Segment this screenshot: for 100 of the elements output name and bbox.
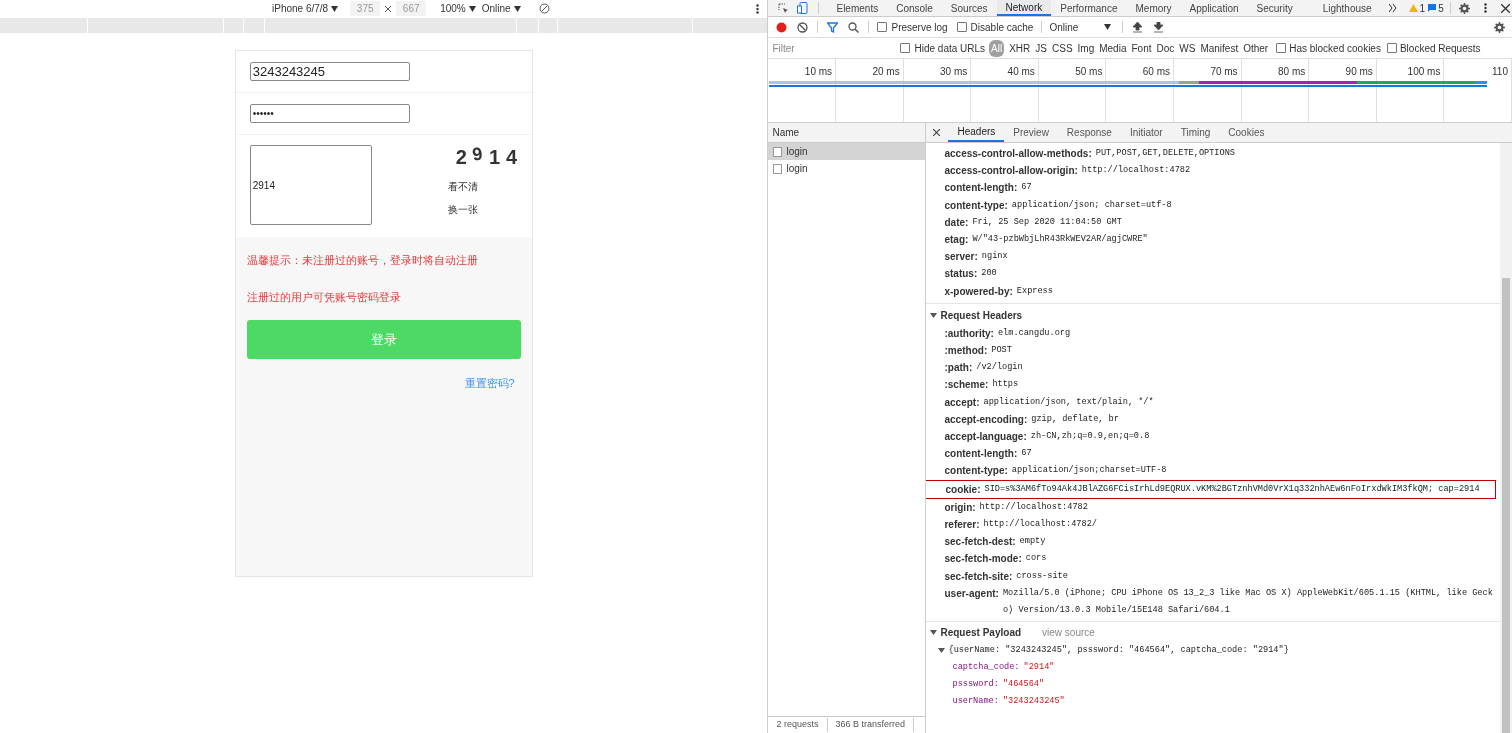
upload-icon[interactable]	[1133, 21, 1143, 33]
settings-icon[interactable]	[1494, 21, 1505, 33]
header-value: W/"43-pzbWbjLhR43RkWEV2AR/agjCWRE"	[972, 233, 1148, 246]
file-icon	[773, 146, 783, 157]
header-name: accept-encoding:	[944, 412, 1028, 427]
warnings-counter[interactable]: 1	[1408, 0, 1426, 16]
request-name: login	[786, 162, 808, 176]
device-select[interactable]: iPhone 6/7/8	[272, 1, 329, 16]
caret-icon	[331, 5, 339, 12]
password-field[interactable]: ••••••	[249, 104, 410, 123]
search-icon[interactable]	[848, 21, 860, 33]
header-value: 67	[1021, 181, 1032, 195]
download-icon[interactable]	[1154, 21, 1164, 33]
more-icon[interactable]	[756, 4, 760, 14]
header-value: nginx	[981, 250, 1008, 264]
filter-icon[interactable]	[827, 21, 839, 33]
timeline-tick: 60 ms	[1142, 65, 1171, 76]
checkbox[interactable]	[1276, 43, 1287, 53]
messages-counter[interactable]: 5	[1428, 0, 1444, 16]
disclosure-triangle-icon[interactable]	[938, 647, 946, 655]
tab[interactable]: Cookies	[1219, 123, 1274, 142]
transferred-size: 366 B transferred	[827, 718, 915, 732]
type-filter[interactable]: JS	[1035, 40, 1047, 56]
throttling-select[interactable]: Online	[1049, 19, 1112, 35]
warning-count: 1	[1419, 1, 1426, 16]
warning-icon	[1408, 4, 1418, 12]
scrollbar[interactable]	[1500, 143, 1512, 733]
column-header[interactable]: Name	[768, 123, 926, 143]
caret-icon	[468, 5, 476, 12]
timeline-tick: 30 ms	[940, 65, 968, 76]
tab[interactable]: Sources	[941, 0, 997, 16]
request-row[interactable]: login	[768, 143, 926, 160]
header-value: https	[992, 378, 1019, 392]
tab[interactable]: Headers	[948, 123, 1005, 142]
tab[interactable]: Preview	[1004, 123, 1058, 142]
type-filter[interactable]: Other	[1243, 40, 1269, 56]
clear-icon[interactable]	[797, 21, 809, 33]
more-tabs-icon[interactable]	[1388, 4, 1397, 12]
tab[interactable]: Security	[1247, 0, 1302, 16]
checkbox[interactable]	[956, 22, 967, 32]
section-title: Request Payload	[940, 626, 1022, 641]
timeline-tick: 10 ms	[804, 65, 833, 76]
header-name: sec-fetch-site:	[944, 569, 1013, 584]
view-source-link[interactable]: view source	[1042, 625, 1095, 641]
tab[interactable]: Timing	[1171, 123, 1220, 142]
type-filter[interactable]: Media	[1099, 40, 1127, 56]
type-filter[interactable]: WS	[1179, 40, 1196, 56]
header-name: cookie:	[945, 482, 981, 497]
record-icon[interactable]	[776, 21, 788, 33]
timeline-tick: 90 ms	[1345, 65, 1373, 76]
header-name: content-type:	[944, 464, 1008, 479]
type-filter[interactable]: Img	[1077, 40, 1095, 56]
type-filter[interactable]: Manifest	[1200, 40, 1239, 56]
type-filter[interactable]: CSS	[1052, 40, 1073, 56]
rotate-icon[interactable]	[538, 3, 550, 14]
header-value: Mozilla/5.0 (iPhone; CPU iPhone OS 13_2_3 like Mac OS X) AppleWebKit/605.1.15 (KHTML, like Gecko) Version/13.0.3 Mobile/15E148 Safari/604.1	[1002, 586, 1494, 618]
tab[interactable]: Response	[1057, 123, 1121, 142]
type-filter[interactable]: XHR	[1009, 40, 1031, 56]
captcha-field[interactable]: 2914	[249, 145, 372, 225]
filter-field[interactable]: Filter	[772, 40, 891, 56]
more-icon[interactable]	[1483, 3, 1487, 13]
checkbox[interactable]	[1386, 43, 1397, 53]
checkbox[interactable]	[877, 22, 888, 32]
tab[interactable]: Console	[887, 0, 942, 16]
tab[interactable]: Application	[1180, 0, 1248, 16]
header-value: application/json, text/plain, */*	[983, 395, 1154, 409]
disclosure-triangle-icon[interactable]	[930, 311, 938, 319]
close-icon	[385, 5, 392, 12]
header-name: access-control-allow-origin:	[944, 164, 1078, 179]
header-value: cross-site	[1016, 569, 1068, 583]
tab[interactable]: Elements	[827, 0, 888, 16]
header-name: referer:	[944, 518, 980, 533]
tab[interactable]: Initiator	[1120, 123, 1172, 142]
throttling-select[interactable]: Online	[481, 1, 511, 16]
zoom-select[interactable]: 100%	[440, 1, 466, 16]
username-field[interactable]: 3243243245	[249, 62, 410, 81]
type-filter[interactable]: Font	[1131, 40, 1152, 56]
caret-icon	[1104, 24, 1112, 30]
header-name: :path:	[944, 361, 973, 376]
refresh-captcha-link[interactable]: 换一张	[447, 202, 478, 217]
timeline-tick: 70 ms	[1210, 65, 1238, 76]
settings-icon[interactable]	[1458, 2, 1470, 14]
close-icon[interactable]	[933, 129, 941, 136]
tab[interactable]: Lighthouse	[1313, 0, 1381, 16]
header-name: status:	[944, 267, 978, 282]
header-name: access-control-allow-methods:	[944, 147, 1092, 161]
device-toolbar-icon[interactable]	[797, 2, 810, 14]
tab[interactable]: Memory	[1126, 0, 1181, 16]
close-icon[interactable]	[1500, 3, 1510, 13]
tab[interactable]: Performance	[1051, 0, 1127, 16]
tab[interactable]: Network	[996, 0, 1052, 16]
type-filter[interactable]: Doc	[1156, 40, 1175, 56]
requests-count: 2 requests	[768, 718, 828, 732]
header-value: gzip, deflate, br	[1031, 412, 1119, 426]
disclosure-triangle-icon[interactable]	[930, 629, 938, 637]
checkbox[interactable]	[900, 43, 911, 53]
header-name: etag:	[944, 233, 969, 247]
header-value: http://localhost:4782	[979, 500, 1088, 514]
header-value: application/json; charset=utf-8	[1011, 198, 1172, 212]
inspect-icon[interactable]	[778, 2, 790, 14]
